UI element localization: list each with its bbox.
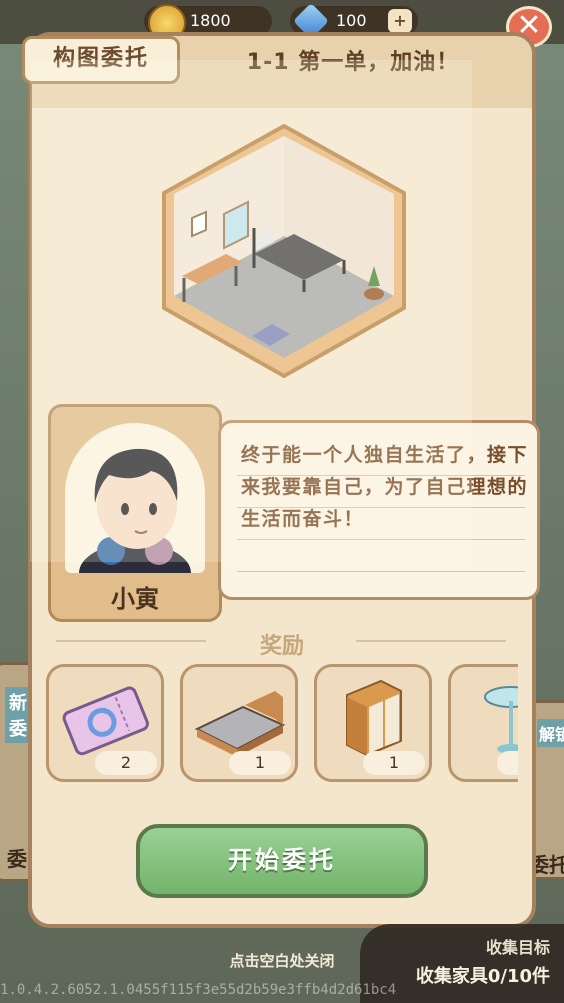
plus-icon[interactable]: + [388, 9, 412, 33]
reward-item[interactable]: 1 [314, 664, 432, 782]
bubble-divider [237, 539, 525, 540]
room-preview-image [162, 123, 406, 379]
reward-item[interactable] [448, 664, 518, 782]
close-hint[interactable]: 点击空白处关闭 [0, 950, 564, 971]
character-card: 小寅 [48, 404, 222, 622]
character-portrait [65, 423, 205, 573]
start-commission-button[interactable]: 开始委托 [136, 824, 428, 898]
stage-title: 1-1 第一单，加油！ [246, 50, 460, 75]
background-card-right-tag: 解锁 [537, 719, 564, 747]
background-card-left-label: 委 [7, 847, 27, 871]
speech-bubble: 终于能一个人独自生活了，接下来我要靠自己，为了自己理想的生活而奋斗！ [218, 420, 540, 600]
character-avatar-icon [79, 448, 191, 573]
reward-count: 2 [95, 751, 157, 775]
version-string: 1.0.4.2.6052.1.0455f115f3e55d2b59e3ffb4d… [0, 982, 397, 998]
coin-value: 1800 [190, 11, 231, 30]
reward-count [497, 751, 518, 775]
reward-count: 1 [363, 751, 425, 775]
reward-item[interactable]: 1 [180, 664, 298, 782]
reward-item[interactable]: 2 [46, 664, 164, 782]
rewards-list[interactable]: 2 1 1 [46, 662, 518, 788]
rewards-title: 奖励 [259, 634, 304, 659]
reward-count: 1 [229, 751, 291, 775]
commission-tag: 构图委托 [22, 36, 180, 84]
gem-value: 100 [336, 11, 367, 30]
bubble-divider [237, 571, 525, 572]
dialogue-text: 终于能一个人独自生活了，接下来我要靠自己，为了自己理想的生活而奋斗！ [241, 444, 529, 530]
character-name: 小寅 [111, 585, 159, 613]
